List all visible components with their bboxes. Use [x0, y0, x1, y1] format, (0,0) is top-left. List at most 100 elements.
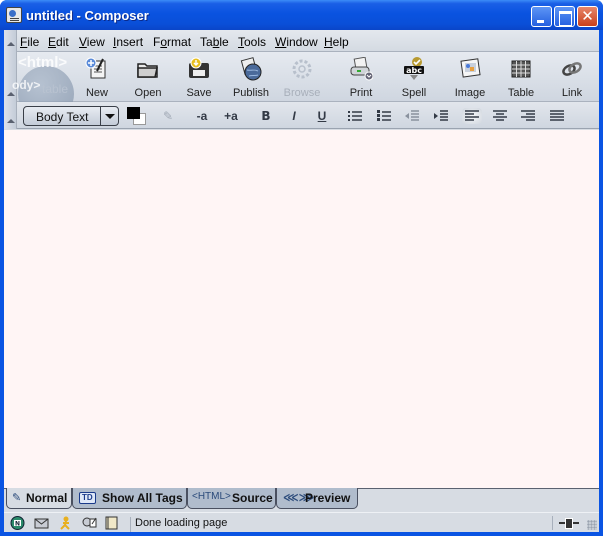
chain-link-icon	[562, 62, 582, 76]
minimize-button[interactable]	[531, 6, 552, 27]
status-text: Done loading page	[130, 517, 227, 532]
browse-button[interactable]: Browse	[277, 54, 327, 100]
html-tag-text: <HTML>	[192, 491, 231, 502]
editor-content-area[interactable]	[4, 130, 599, 488]
composition-toolbar: <html> ody> table New Open Save Publish	[4, 52, 599, 102]
numbered-list-button[interactable]	[374, 108, 394, 124]
menu-file[interactable]: File	[20, 35, 39, 49]
mail-icon[interactable]	[34, 516, 49, 530]
close-button[interactable]: ✕	[577, 6, 598, 27]
tab-source[interactable]: <HTML> Source	[187, 488, 276, 509]
print-label: Print	[349, 87, 373, 99]
tab-normal[interactable]: ✎ Normal	[6, 488, 72, 509]
menu-format[interactable]: Format	[153, 35, 191, 49]
title-bar[interactable]: untitled - Composer ✕	[0, 0, 603, 30]
composer-app-icon[interactable]	[6, 7, 22, 23]
throbber-text: ody>	[12, 78, 41, 92]
justify-icon	[550, 110, 564, 121]
close-icon: ✕	[581, 8, 594, 25]
align-right-button[interactable]	[518, 108, 538, 124]
address-book-icon[interactable]	[104, 516, 119, 530]
svg-text:N: N	[15, 521, 20, 528]
floppy-disk-icon	[189, 57, 209, 78]
paragraph-style-value: Body Text	[36, 110, 89, 124]
save-button[interactable]: Save	[174, 54, 224, 100]
menu-insert[interactable]: Insert	[113, 35, 143, 49]
decrease-font-size-button[interactable]: -a	[192, 108, 212, 124]
increase-font-size-button[interactable]: +a	[221, 108, 241, 124]
link-label: Link	[561, 87, 583, 99]
spellcheck-abc-icon: abc	[404, 57, 424, 80]
menu-label: indow	[286, 35, 318, 49]
menu-view[interactable]: View	[79, 35, 105, 49]
link-button[interactable]: Link	[547, 54, 597, 100]
outdent-button[interactable]	[402, 108, 422, 124]
tab-preview[interactable]: ⋘⋙ Preview	[276, 488, 358, 509]
align-right-icon	[521, 110, 535, 121]
menu-label: le	[219, 35, 229, 49]
paragraph-style-select[interactable]: Body Text	[23, 106, 119, 126]
browse-label: Browse	[283, 87, 321, 99]
larger-font-icon: +a	[224, 109, 238, 123]
align-center-icon	[493, 110, 507, 121]
globe-publish-icon	[240, 57, 262, 81]
menu-table[interactable]: Table	[200, 35, 229, 49]
navigator-icon[interactable]: N	[10, 516, 25, 530]
browse-gear-icon	[292, 59, 312, 79]
menu-label: ile	[27, 35, 40, 49]
tab-label: Preview	[305, 491, 351, 505]
underline-button[interactable]: U	[312, 108, 332, 124]
menu-edit[interactable]: Edit	[48, 35, 69, 49]
instant-messenger-icon[interactable]	[58, 516, 73, 530]
resize-grip[interactable]	[587, 520, 597, 530]
chevron-down-icon[interactable]	[100, 107, 118, 125]
menu-label: Ta	[200, 35, 213, 49]
image-icon	[460, 58, 481, 78]
open-label: Open	[134, 87, 162, 99]
image-label: Image	[454, 87, 486, 99]
outdent-icon	[405, 110, 419, 121]
text-color-picker[interactable]	[127, 107, 149, 127]
italic-button[interactable]: I	[284, 108, 304, 124]
tab-label: Source	[232, 491, 273, 505]
spell-label: Spell	[401, 87, 427, 99]
open-button[interactable]: Open	[123, 54, 173, 100]
new-button[interactable]: New	[72, 54, 122, 100]
formatbar-collapse-grippy[interactable]	[4, 102, 17, 129]
table-button[interactable]: Table	[496, 54, 546, 100]
publish-button[interactable]: Publish	[226, 54, 276, 100]
throbber-text: table	[42, 82, 69, 96]
composer-window: untitled - Composer ✕ File Edit View Ins…	[0, 0, 603, 536]
menu-window[interactable]: Window	[275, 35, 318, 49]
spell-button[interactable]: abc Spell	[389, 54, 439, 100]
align-left-button[interactable]	[462, 108, 482, 124]
table-label: Table	[507, 87, 535, 99]
composer-icon[interactable]	[82, 516, 97, 530]
online-plug-icon[interactable]	[552, 516, 582, 530]
window-title: untitled - Composer	[26, 8, 149, 23]
image-button[interactable]: Image	[445, 54, 495, 100]
menu-tools[interactable]: Tools	[238, 35, 266, 49]
highlight-button[interactable]: ✎	[158, 108, 178, 124]
maximize-button[interactable]	[554, 6, 575, 27]
align-center-button[interactable]	[490, 108, 510, 124]
italic-icon: I	[292, 109, 296, 123]
publish-label: Publish	[232, 87, 270, 99]
html-tag-icon: <HTML>	[192, 491, 231, 502]
text-color-swatch[interactable]	[127, 107, 140, 119]
throbber-logo[interactable]: <html> ody> table	[12, 52, 74, 102]
align-left-icon	[465, 110, 479, 121]
bold-button[interactable]: B	[256, 108, 276, 124]
bullet-list-button[interactable]	[345, 108, 365, 124]
svg-text:abc: abc	[406, 66, 422, 75]
indent-button[interactable]	[431, 108, 451, 124]
menu-label: nsert	[116, 35, 144, 49]
tab-show-all-tags[interactable]: TD Show All Tags	[72, 488, 187, 509]
new-label: New	[85, 87, 108, 99]
justify-button[interactable]	[547, 108, 567, 124]
save-label: Save	[186, 87, 212, 99]
menubar-collapse-grippy[interactable]	[4, 30, 17, 52]
menu-help[interactable]: Help	[324, 35, 349, 49]
new-page-icon	[85, 57, 106, 79]
print-button[interactable]: Print	[336, 54, 386, 100]
